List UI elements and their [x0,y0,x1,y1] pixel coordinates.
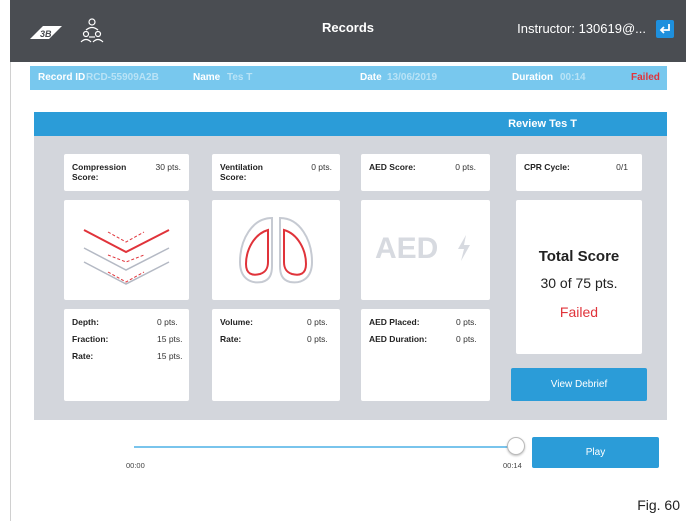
aed-image: AED [361,200,490,300]
ventilation-details-card: Volume: 0 pts. Rate: 0 pts. [212,309,340,401]
aed-score-label: AED Score: [369,162,416,172]
name-value: Tes T [227,72,253,83]
total-score-card: Total Score 30 of 75 pts. Failed [516,200,642,354]
total-score-title: Total Score [538,248,620,265]
compression-chevrons-icon [83,229,170,285]
record-status: Failed [631,72,660,83]
top-bar: 3B Records Instructor: 130619@... [10,0,686,62]
figure-label: Fig. 60 [637,497,680,513]
total-score-value: 30 of 75 pts. [540,275,618,291]
aed-score-card: AED Score: 0 pts. [361,154,490,191]
total-score-status: Failed [559,304,599,320]
compression-score-value: 30 pts. [155,162,181,172]
record-info-bar: Record ID RCD-55909A2B Name Tes T Date 1… [30,66,667,90]
cpr-cycle-value: 0/1 [616,162,628,172]
compression-score-card: Compression Score: 30 pts. [64,154,189,191]
playback-start-time: 00:00 [126,461,145,470]
instructor-label[interactable]: Instructor: 130619@... [517,21,646,36]
ventilation-rate-value: 0 pts. [307,334,328,344]
duration-value: 00:14 [560,72,586,83]
play-button[interactable]: Play [532,437,659,468]
aed-placed-value: 0 pts. [456,317,477,327]
aed-details-card: AED Placed: 0 pts. AED Duration: 0 pts. [361,309,490,401]
review-panel: Review Tes T Compression Score: 30 pts. … [34,112,667,420]
date-label: Date [360,72,382,83]
aed-image-text: AED [375,232,439,265]
playback-track[interactable] [134,446,514,448]
ventilation-rate-label: Rate: [220,334,242,344]
ventilation-score-label: Ventilation Score: [220,162,263,182]
aed-duration-label: AED Duration: [369,334,428,344]
logout-button[interactable] [656,20,674,38]
record-id-label: Record ID [38,72,86,83]
duration-label: Duration [512,72,554,83]
return-arrow-icon [659,24,670,34]
compression-score-label: Compression Score: [72,162,127,182]
fraction-value: 15 pts. [157,334,183,344]
playback-slider-handle[interactable] [507,437,525,455]
playback-end-time: 00:14 [503,461,522,470]
fraction-label: Fraction: [72,334,109,344]
cpr-cycle-label: CPR Cycle: [524,162,570,172]
compression-details-card: Depth: 0 pts. Fraction: 15 pts. Rate: 15… [64,309,189,401]
view-debrief-button[interactable]: View Debrief [511,368,647,401]
compression-image [64,200,189,300]
review-header: Review Tes T [34,112,667,136]
name-label: Name [193,72,221,83]
depth-label: Depth: [72,317,99,327]
ventilation-image [212,200,340,300]
cpr-cycle-card: CPR Cycle: 0/1 [516,154,642,191]
depth-value: 0 pts. [157,317,178,327]
volume-label: Volume: [220,317,253,327]
compression-rate-value: 15 pts. [157,351,183,361]
aed-placed-label: AED Placed: [369,317,420,327]
aed-score-value: 0 pts. [455,162,476,172]
lungs-icon [238,216,314,284]
aed-duration-value: 0 pts. [456,334,477,344]
date-value: 13/06/2019 [387,72,438,83]
compression-rate-label: Rate: [72,351,94,361]
lightning-bolt-icon [458,235,470,261]
ventilation-score-value: 0 pts. [311,162,332,172]
review-title: Review Tes T [508,118,577,130]
record-id-value: RCD-55909A2B [86,72,159,83]
volume-value: 0 pts. [307,317,328,327]
ventilation-score-card: Ventilation Score: 0 pts. [212,154,340,191]
